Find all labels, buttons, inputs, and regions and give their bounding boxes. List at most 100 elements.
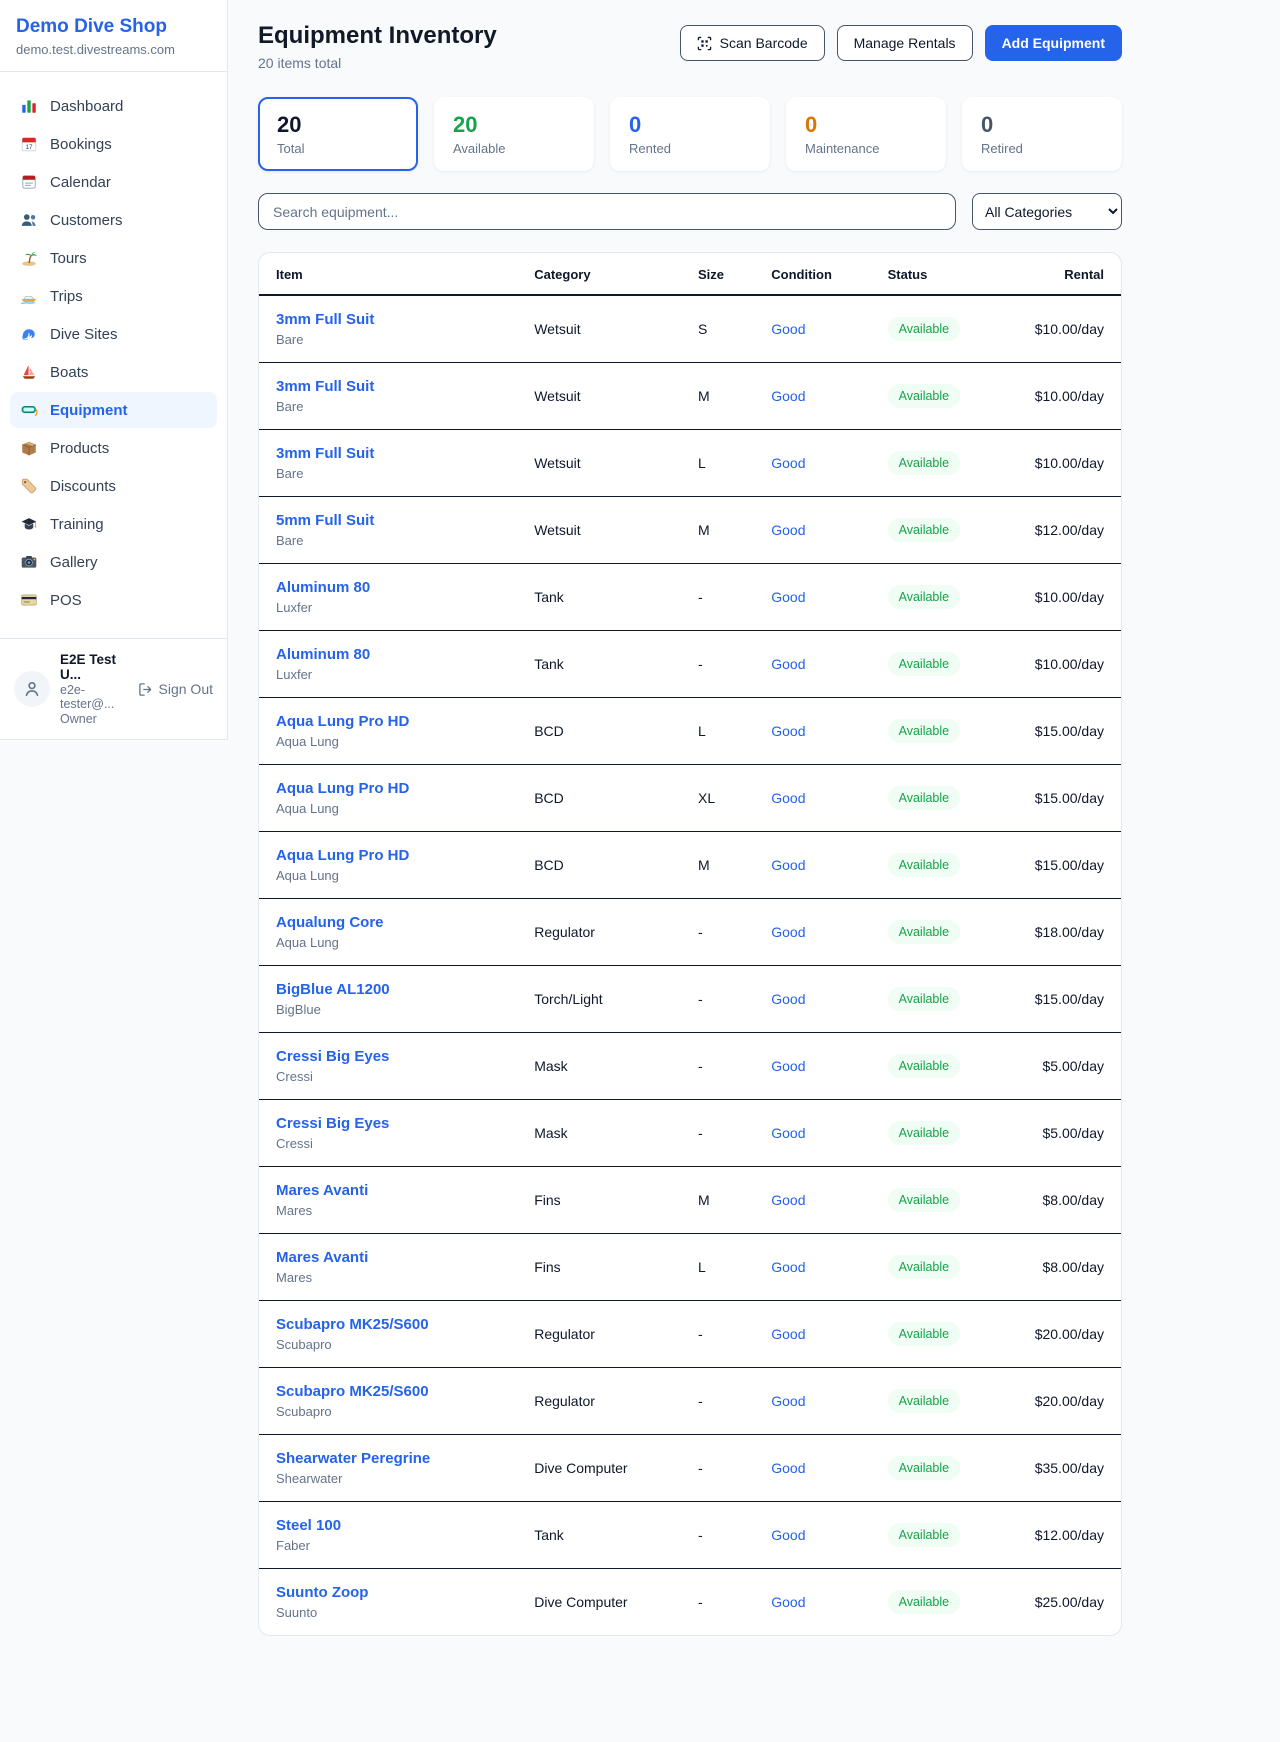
item-size: M — [690, 1167, 763, 1234]
credit-card-icon — [20, 591, 38, 609]
condition-link[interactable]: Good — [771, 1192, 805, 1208]
stat-value: 20 — [277, 112, 399, 138]
sidebar-item[interactable]: Trips — [10, 278, 217, 314]
item-category: BCD — [526, 698, 690, 765]
item-category: Regulator — [526, 899, 690, 966]
items-total: 20 items total — [258, 55, 497, 71]
item-name-link[interactable]: Cressi Big Eyes — [276, 1048, 389, 1065]
rental-price: $35.00/day — [1022, 1435, 1121, 1502]
item-brand: Mares — [276, 1203, 518, 1218]
item-name-link[interactable]: Scubapro MK25/S600 — [276, 1316, 429, 1333]
item-brand: Cressi — [276, 1136, 518, 1151]
item-name-link[interactable]: 3mm Full Suit — [276, 378, 374, 395]
condition-link[interactable]: Good — [771, 1058, 805, 1074]
item-category: Tank — [526, 631, 690, 698]
item-name-link[interactable]: 5mm Full Suit — [276, 512, 374, 529]
sidebar-item[interactable]: 17 Bookings — [10, 126, 217, 162]
palm-island-icon — [20, 249, 38, 267]
stat-card[interactable]: 0 Maintenance — [786, 97, 946, 171]
item-name-link[interactable]: Mares Avanti — [276, 1249, 368, 1266]
item-name-link[interactable]: Aqualung Core — [276, 914, 384, 931]
package-icon — [20, 439, 38, 457]
manage-rentals-label: Manage Rentals — [854, 35, 956, 51]
item-brand: Bare — [276, 466, 518, 481]
item-name-link[interactable]: Steel 100 — [276, 1517, 341, 1534]
stat-card[interactable]: 0 Rented — [610, 97, 770, 171]
table-row: Cressi Big Eyes Cressi Mask - Good Avail… — [259, 1033, 1121, 1100]
sidebar-item-label: Discounts — [50, 478, 116, 495]
item-name-link[interactable]: BigBlue AL1200 — [276, 981, 390, 998]
rental-price: $15.00/day — [1022, 966, 1121, 1033]
condition-link[interactable]: Good — [771, 1594, 805, 1610]
item-size: - — [690, 899, 763, 966]
stat-card[interactable]: 20 Available — [434, 97, 594, 171]
sidebar-item[interactable]: Training — [10, 506, 217, 542]
item-size: M — [690, 832, 763, 899]
condition-link[interactable]: Good — [771, 455, 805, 471]
person-icon — [22, 679, 42, 699]
condition-link[interactable]: Good — [771, 522, 805, 538]
table-header: Item Category Size Condition Status Rent… — [259, 253, 1121, 295]
sign-out-button[interactable]: Sign Out — [138, 681, 213, 697]
rental-price: $20.00/day — [1022, 1301, 1121, 1368]
search-input[interactable] — [258, 193, 956, 230]
stat-card[interactable]: 0 Retired — [962, 97, 1122, 171]
item-name-link[interactable]: Suunto Zoop — [276, 1584, 368, 1601]
item-name-link[interactable]: Aqua Lung Pro HD — [276, 780, 409, 797]
sidebar-item[interactable]: Products — [10, 430, 217, 466]
stat-value: 0 — [629, 112, 751, 138]
calendar-icon — [20, 173, 38, 191]
manage-rentals-button[interactable]: Manage Rentals — [837, 25, 973, 61]
item-name-link[interactable]: Shearwater Peregrine — [276, 1450, 430, 1467]
condition-link[interactable]: Good — [771, 1393, 805, 1409]
condition-link[interactable]: Good — [771, 1125, 805, 1141]
item-brand: Luxfer — [276, 667, 518, 682]
condition-link[interactable]: Good — [771, 321, 805, 337]
sidebar-item[interactable]: Dashboard — [10, 88, 217, 124]
stat-card[interactable]: 20 Total — [258, 97, 418, 171]
status-badge: Available — [888, 1456, 961, 1480]
item-name-link[interactable]: Aluminum 80 — [276, 579, 370, 596]
condition-link[interactable]: Good — [771, 589, 805, 605]
sidebar-item[interactable]: Boats — [10, 354, 217, 390]
scan-barcode-button[interactable]: Scan Barcode — [680, 25, 825, 61]
condition-link[interactable]: Good — [771, 1527, 805, 1543]
stat-label: Retired — [981, 141, 1103, 156]
item-name-link[interactable]: Scubapro MK25/S600 — [276, 1383, 429, 1400]
category-select[interactable]: All Categories — [972, 193, 1122, 230]
item-name-link[interactable]: 3mm Full Suit — [276, 445, 374, 462]
sign-out-label: Sign Out — [159, 681, 213, 697]
condition-link[interactable]: Good — [771, 656, 805, 672]
item-name-link[interactable]: 3mm Full Suit — [276, 311, 374, 328]
item-name-link[interactable]: Aqua Lung Pro HD — [276, 847, 409, 864]
condition-link[interactable]: Good — [771, 857, 805, 873]
item-name-link[interactable]: Aqua Lung Pro HD — [276, 713, 409, 730]
table-row: Cressi Big Eyes Cressi Mask - Good Avail… — [259, 1100, 1121, 1167]
condition-link[interactable]: Good — [771, 723, 805, 739]
calendar-date-icon: 17 — [20, 135, 38, 153]
content: Equipment Inventory 20 items total Scan … — [258, 22, 1122, 1636]
condition-link[interactable]: Good — [771, 388, 805, 404]
item-name-link[interactable]: Aluminum 80 — [276, 646, 370, 663]
item-size: S — [690, 295, 763, 363]
condition-link[interactable]: Good — [771, 1460, 805, 1476]
item-name-link[interactable]: Mares Avanti — [276, 1182, 368, 1199]
item-name-link[interactable]: Cressi Big Eyes — [276, 1115, 389, 1132]
condition-link[interactable]: Good — [771, 1259, 805, 1275]
sidebar-item[interactable]: Discounts — [10, 468, 217, 504]
add-equipment-button[interactable]: Add Equipment — [985, 25, 1122, 61]
condition-link[interactable]: Good — [771, 790, 805, 806]
sidebar-item-label: Products — [50, 440, 109, 457]
sidebar-item[interactable]: Calendar — [10, 164, 217, 200]
condition-link[interactable]: Good — [771, 991, 805, 1007]
condition-link[interactable]: Good — [771, 1326, 805, 1342]
rental-price: $15.00/day — [1022, 698, 1121, 765]
sidebar-item[interactable]: Tours — [10, 240, 217, 276]
sidebar-item[interactable]: POS — [10, 582, 217, 618]
sidebar-item[interactable]: Gallery — [10, 544, 217, 580]
sidebar-item[interactable]: Customers — [10, 202, 217, 238]
condition-link[interactable]: Good — [771, 924, 805, 940]
stat-label: Total — [277, 141, 399, 156]
sidebar-item[interactable]: Equipment — [10, 392, 217, 428]
sidebar-item[interactable]: Dive Sites — [10, 316, 217, 352]
